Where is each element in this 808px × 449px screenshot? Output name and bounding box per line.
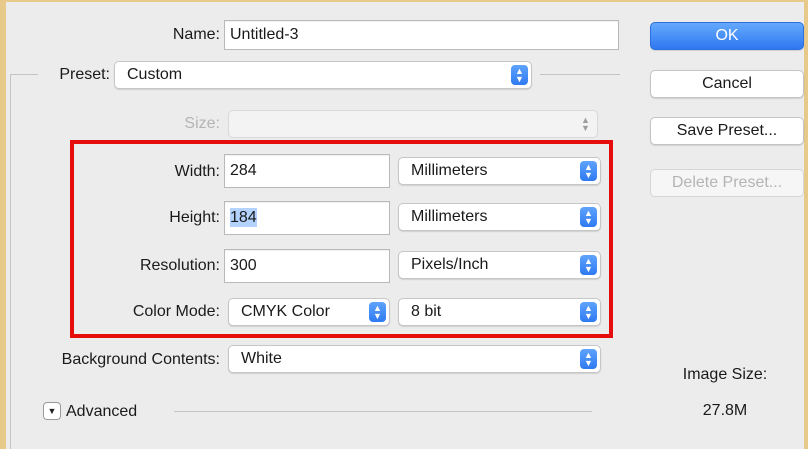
preset-group-line-vertical bbox=[10, 74, 11, 449]
advanced-group-line bbox=[174, 411, 592, 412]
bit-depth-select[interactable]: 8 bit ▲ ▼ bbox=[398, 298, 601, 326]
height-unit-select[interactable]: Millimeters ▲ ▼ bbox=[398, 203, 601, 231]
preset-value: Custom bbox=[127, 66, 183, 83]
height-value-selected: 184 bbox=[230, 208, 257, 227]
resolution-input[interactable]: 300 bbox=[224, 249, 390, 283]
background-contents-select[interactable]: White ▲ ▼ bbox=[228, 345, 601, 373]
up-down-arrows-icon: ▲ ▼ bbox=[580, 161, 597, 181]
width-label: Width: bbox=[174, 163, 220, 180]
advanced-label[interactable]: Advanced bbox=[66, 403, 137, 421]
save-preset-button[interactable]: Save Preset... bbox=[650, 117, 804, 145]
size-select: ▲ ▼ bbox=[228, 110, 598, 138]
preset-group-line-right bbox=[540, 74, 620, 75]
name-input[interactable]: Untitled-3 bbox=[224, 20, 619, 50]
height-unit-value: Millimeters bbox=[411, 208, 488, 225]
background-contents-label: Background Contents: bbox=[61, 351, 220, 368]
color-mode-select[interactable]: CMYK Color ▲ ▼ bbox=[228, 298, 390, 326]
image-size-value: 27.8M bbox=[702, 402, 748, 419]
up-down-arrows-icon: ▲ ▼ bbox=[580, 207, 597, 227]
name-label: Name: bbox=[172, 26, 220, 43]
up-down-arrows-icon: ▲ ▼ bbox=[511, 65, 528, 85]
resolution-unit-value: Pixels/Inch bbox=[411, 256, 489, 273]
color-mode-value: CMYK Color bbox=[241, 303, 330, 320]
up-down-arrows-icon: ▲ ▼ bbox=[580, 255, 597, 275]
width-unit-select[interactable]: Millimeters ▲ ▼ bbox=[398, 157, 601, 185]
up-down-arrows-icon: ▲ ▼ bbox=[580, 349, 597, 369]
up-down-arrows-icon: ▲ ▼ bbox=[580, 302, 597, 322]
delete-preset-button: Delete Preset... bbox=[650, 169, 804, 197]
width-input[interactable]: 284 bbox=[224, 154, 390, 188]
resolution-unit-select[interactable]: Pixels/Inch ▲ ▼ bbox=[398, 251, 601, 279]
preset-label: Preset: bbox=[59, 66, 110, 83]
ok-button[interactable]: OK bbox=[650, 22, 804, 50]
triangle-down-icon[interactable]: ▼ bbox=[43, 402, 61, 420]
up-down-arrows-icon: ▲ ▼ bbox=[369, 302, 386, 322]
width-unit-value: Millimeters bbox=[411, 162, 488, 179]
cancel-button[interactable]: Cancel bbox=[650, 70, 804, 98]
preset-select[interactable]: Custom ▲ ▼ bbox=[114, 61, 532, 89]
window-frame-top bbox=[0, 0, 808, 2]
preset-group-line-left bbox=[10, 74, 38, 75]
up-down-arrows-icon: ▲ ▼ bbox=[581, 115, 590, 133]
background-contents-value: White bbox=[241, 350, 282, 367]
image-size-label: Image Size: bbox=[682, 366, 768, 383]
size-label: Size: bbox=[184, 115, 220, 132]
height-label: Height: bbox=[169, 209, 220, 226]
window-frame-right bbox=[804, 0, 808, 449]
bit-depth-value: 8 bit bbox=[411, 303, 442, 320]
height-input[interactable]: 184 bbox=[224, 201, 390, 235]
window-frame-left bbox=[0, 0, 6, 449]
color-mode-label: Color Mode: bbox=[132, 303, 220, 320]
resolution-label: Resolution: bbox=[139, 257, 220, 274]
